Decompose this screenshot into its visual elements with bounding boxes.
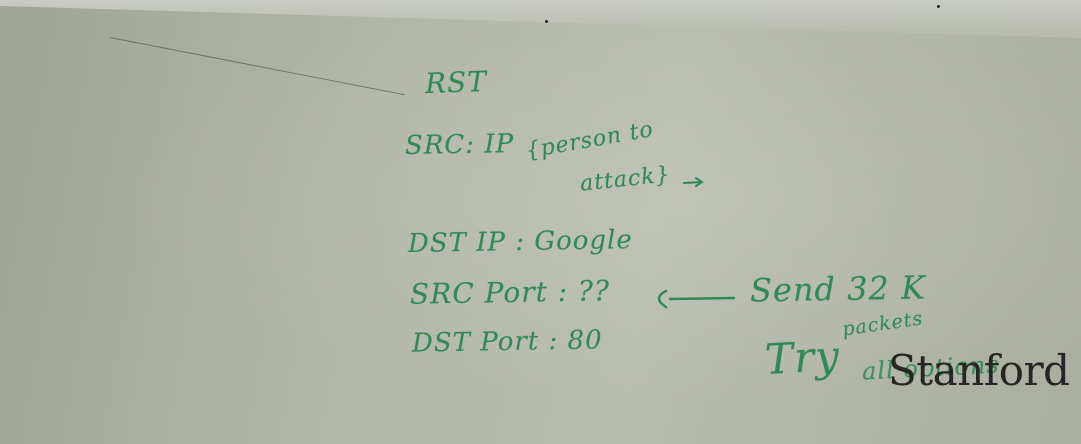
- text-rst: RST: [424, 64, 488, 101]
- whiteboard: RST SRC: IP {person to attack} DST IP : …: [0, 0, 1081, 444]
- arrow-left-icon: [657, 289, 736, 309]
- text-attack: attack}: [578, 162, 672, 197]
- stanford-watermark: Stanford: [888, 346, 1070, 395]
- text-dst-port: DST Port : 80: [411, 325, 603, 359]
- text-dst-ip: DST IP : Google: [407, 225, 633, 259]
- text-send: Send 32 K: [749, 268, 927, 310]
- board-edge-line: [109, 37, 405, 96]
- whiteboard-top-edge: [0, 0, 1081, 38]
- arrow-right-icon: [683, 177, 704, 187]
- text-packets: packets: [840, 307, 925, 341]
- text-src-port: SRC Port : ??: [409, 274, 611, 311]
- pin-dot: [545, 20, 548, 23]
- pin-dot: [937, 5, 940, 8]
- text-try: Try: [763, 331, 842, 384]
- text-src-ip: SRC: IP: [404, 129, 515, 161]
- text-person: {person to: [523, 116, 656, 165]
